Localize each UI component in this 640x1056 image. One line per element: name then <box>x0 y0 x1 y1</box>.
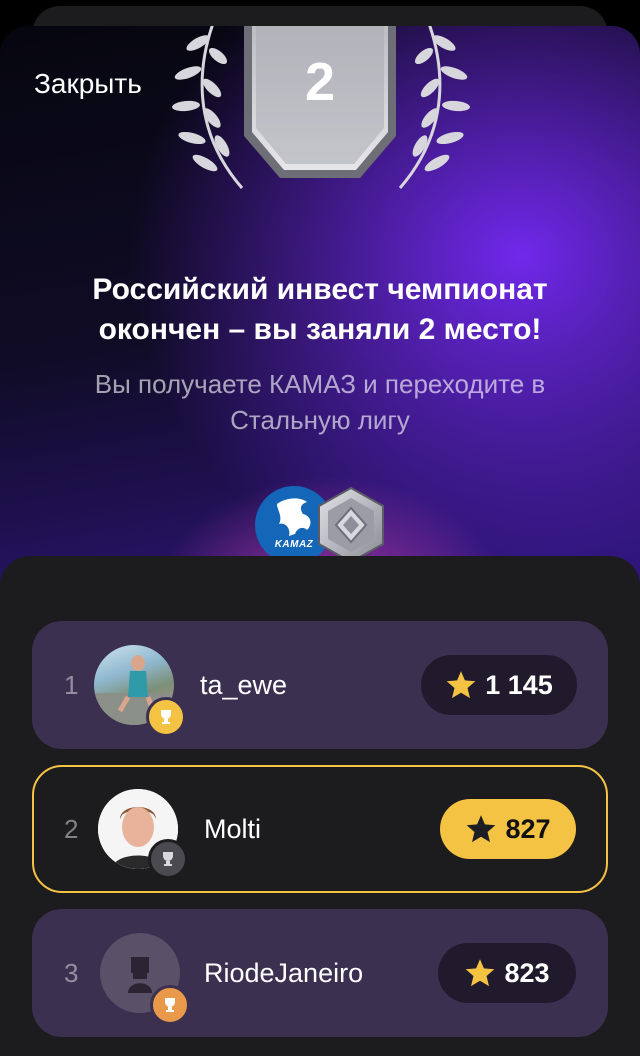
rank-number: 2 <box>64 813 79 844</box>
score-badge: 827 <box>440 799 576 859</box>
score-value: 1 145 <box>485 669 553 700</box>
score-value: 827 <box>505 813 551 844</box>
result-subtitle: Вы получаете КАМАЗ и переходите в Стальн… <box>94 369 546 435</box>
username: ta_ewe <box>200 669 288 700</box>
username: Molti <box>204 813 262 844</box>
star-icon <box>446 671 476 699</box>
result-title: Российский инвест чемпионат окончен – вы… <box>92 273 548 346</box>
leaderboard-panel: 1 ta_ewe 1 145 2 Molti 827 3 RiodeJaneir… <box>0 556 640 1056</box>
star-icon <box>466 959 495 987</box>
score-value: 823 <box>504 957 550 988</box>
leaderboard-row[interactable]: 1 ta_ewe 1 145 <box>32 621 608 749</box>
star-icon <box>467 815 496 843</box>
steel-league-badge-icon <box>318 486 384 564</box>
score-badge: 823 <box>438 943 576 1003</box>
silver-trophy-icon <box>148 839 188 879</box>
close-button[interactable]: Закрыть <box>34 70 142 98</box>
rank-number: 3 <box>64 957 79 988</box>
username: RiodeJaneiro <box>204 957 364 988</box>
leaderboard-row-current[interactable]: 2 Molti 827 <box>32 765 608 893</box>
place-number: 2 <box>304 52 336 112</box>
rank-number: 1 <box>64 669 79 700</box>
score-badge: 1 145 <box>421 655 577 715</box>
laurel-right-icon <box>398 26 470 189</box>
gold-trophy-icon <box>146 697 186 737</box>
leaderboard-row[interactable]: 3 RiodeJaneiro 823 <box>32 909 608 1037</box>
bronze-trophy-icon <box>150 985 190 1025</box>
